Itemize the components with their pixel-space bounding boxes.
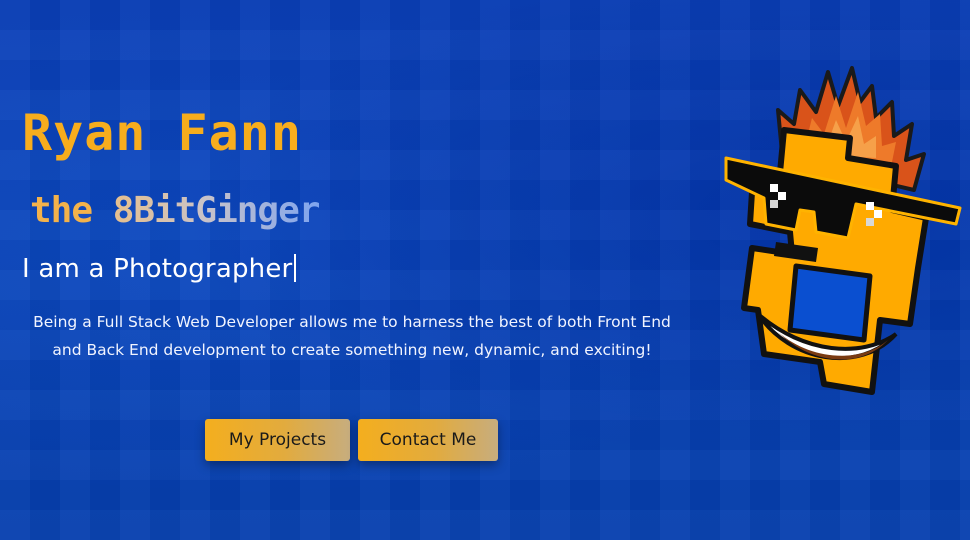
handle-prefix: the bbox=[30, 190, 113, 231]
my-projects-button[interactable]: My Projects bbox=[205, 419, 350, 461]
typed-role-line: I am a Photographer bbox=[22, 254, 297, 284]
typed-role: Photographer bbox=[113, 254, 293, 284]
hero-name: Ryan Fann bbox=[22, 104, 302, 162]
pixel-ginger-mascot-icon bbox=[724, 66, 962, 395]
contact-me-button[interactable]: Contact Me bbox=[358, 419, 498, 461]
handle-main: 8BitGinger bbox=[112, 190, 321, 231]
typing-cursor bbox=[294, 254, 297, 282]
typed-prefix: I am a bbox=[22, 254, 114, 284]
hero-handle: the 8BitGinger bbox=[30, 190, 321, 231]
hero-blurb: Being a Full Stack Web Developer allows … bbox=[33, 313, 671, 359]
